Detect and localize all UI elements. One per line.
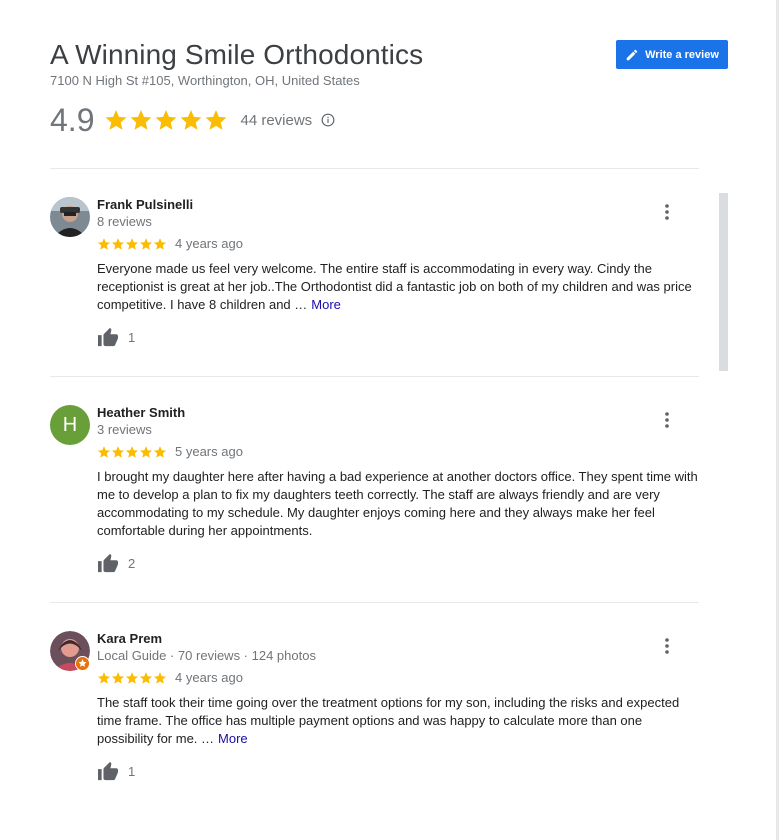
more-link[interactable]: More — [311, 297, 341, 312]
star-icon — [97, 671, 111, 684]
review-time: 5 years ago — [175, 444, 243, 459]
like-count: 2 — [128, 555, 136, 571]
business-address: 7100 N High St #105, Worthington, OH, Un… — [50, 73, 360, 88]
photo-avatar[interactable] — [50, 197, 90, 237]
pencil-icon — [626, 49, 638, 60]
star-icon — [181, 110, 202, 130]
star-icon — [153, 671, 167, 684]
review-time: 4 years ago — [175, 670, 243, 685]
star-icon — [125, 445, 139, 458]
review-text-body: Everyone made us feel very welcome. The … — [97, 261, 692, 312]
write-review-label: Write a review — [645, 48, 719, 61]
review-author-meta: 3 reviews — [97, 422, 152, 437]
photo-avatar[interactable] — [50, 631, 90, 671]
like-button[interactable]: 1 — [97, 761, 135, 781]
review-author[interactable]: Frank Pulsinelli — [97, 197, 193, 212]
star-icon — [125, 671, 139, 684]
star-icon — [106, 110, 127, 130]
like-count: 1 — [128, 763, 136, 779]
more-options-icon[interactable] — [660, 411, 674, 429]
review-stars — [97, 237, 167, 251]
more-link[interactable]: More — [218, 731, 248, 746]
review-author-meta: Local Guide · 70 reviews · 124 photos — [97, 648, 316, 663]
average-rating: 4.9 — [50, 102, 95, 138]
business-header: A Winning Smile Orthodontics 7100 N High… — [50, 38, 423, 90]
rating-stars — [104, 108, 228, 132]
divider — [50, 376, 699, 377]
divider — [50, 168, 699, 169]
star-icon — [139, 671, 153, 684]
star-icon — [97, 237, 111, 250]
letter-avatar[interactable]: H — [50, 405, 90, 445]
review-author[interactable]: Kara Prem — [97, 631, 162, 646]
review-stars — [97, 445, 167, 459]
review-card: Frank Pulsinelli 8 reviews 4 years ago E… — [50, 197, 700, 357]
more-options-icon[interactable] — [660, 637, 674, 655]
review-stars — [97, 671, 167, 685]
review-rating-row: 4 years ago — [97, 670, 243, 685]
star-icon — [153, 237, 167, 250]
star-icon — [111, 671, 125, 684]
star-icon — [111, 237, 125, 250]
like-button[interactable]: 2 — [97, 553, 135, 573]
review-author-meta: 8 reviews — [97, 214, 152, 229]
star-icon — [139, 445, 153, 458]
star-icon — [111, 445, 125, 458]
review-text: The staff took their time going over the… — [97, 694, 700, 748]
like-button[interactable]: 1 — [97, 327, 135, 347]
like-count: 1 — [128, 329, 136, 345]
write-review-button[interactable]: Write a review — [616, 40, 728, 69]
star-icon — [131, 110, 152, 130]
divider — [50, 602, 699, 603]
info-icon[interactable] — [321, 113, 335, 127]
local-guide-badge-icon — [75, 656, 90, 671]
review-text-body: The staff took their time going over the… — [97, 695, 680, 746]
star-icon — [97, 445, 111, 458]
review-card: H Heather Smith 3 reviews 5 years ago I … — [50, 405, 700, 585]
star-icon — [153, 445, 167, 458]
avatar-photo-image — [50, 197, 90, 237]
rating-summary: 4.9 44 reviews — [50, 100, 335, 140]
review-author[interactable]: Heather Smith — [97, 405, 185, 420]
review-card: Kara Prem Local Guide · 70 reviews · 124… — [50, 631, 700, 791]
review-time: 4 years ago — [175, 236, 243, 251]
star-icon — [206, 110, 227, 130]
review-rating-row: 4 years ago — [97, 236, 243, 251]
more-options-icon[interactable] — [660, 203, 674, 221]
avatar-letter: H — [62, 413, 78, 436]
star-icon — [156, 110, 177, 130]
scrollbar-thumb[interactable] — [719, 193, 728, 371]
review-text: Everyone made us feel very welcome. The … — [97, 260, 700, 314]
business-name: A Winning Smile Orthodontics — [50, 39, 424, 70]
review-text: I brought my daughter here after having … — [97, 469, 698, 538]
star-icon — [139, 237, 153, 250]
star-icon — [125, 237, 139, 250]
thumbs-up-icon — [98, 327, 118, 347]
review-count: 44 reviews — [240, 111, 313, 129]
thumbs-up-icon — [98, 553, 118, 573]
review-rating-row: 5 years ago — [97, 444, 243, 459]
thumbs-up-icon — [98, 761, 118, 781]
